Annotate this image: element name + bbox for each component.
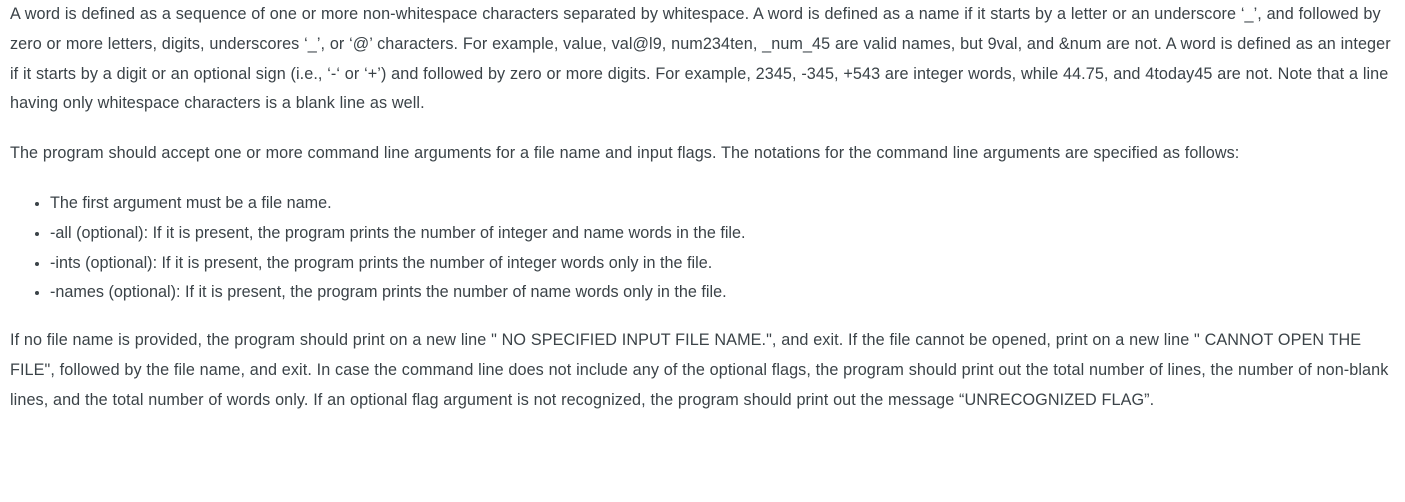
paragraph-word-definitions: A word is defined as a sequence of one o… [10,5,1391,113]
list-item: -names (optional): If it is present, the… [35,278,1395,308]
list-item: The first argument must be a file name. [35,189,1395,219]
command-line-flag-list: The first argument must be a file name. … [10,189,1395,308]
assignment-description-document: A word is defined as a sequence of one o… [0,0,1405,416]
list-item: -ints (optional): If it is present, the … [35,249,1395,279]
paragraph-command-line-arguments: The program should accept one or more co… [10,144,1240,163]
list-item: -all (optional): If it is present, the p… [35,219,1395,249]
paragraph-error-handling: If no file name is provided, the program… [10,331,1389,409]
